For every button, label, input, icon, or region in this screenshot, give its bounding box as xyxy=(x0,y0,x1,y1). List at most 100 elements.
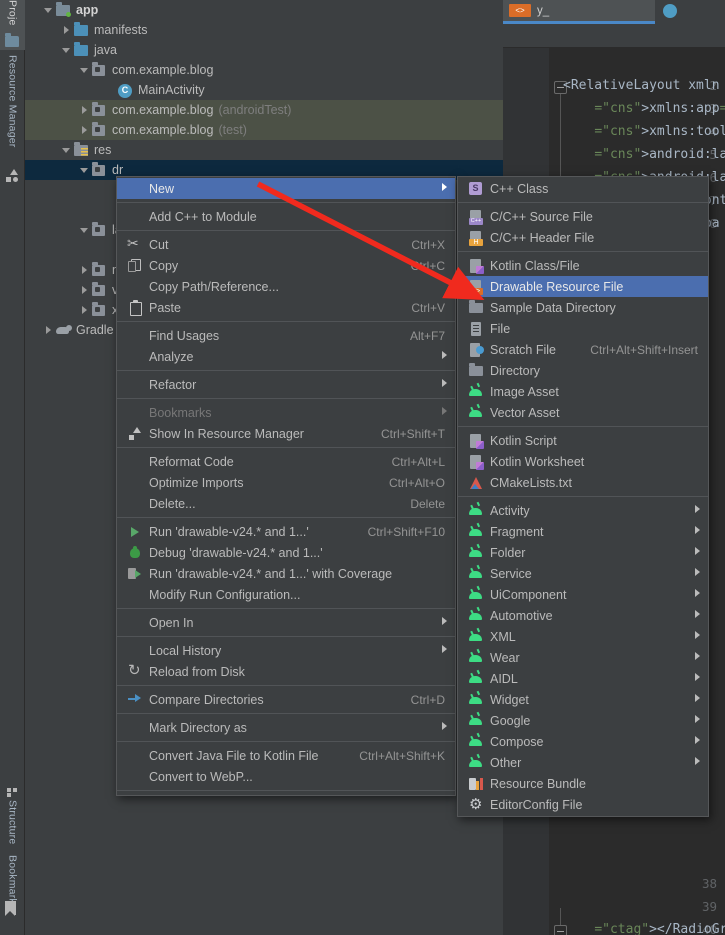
editor-tab-active[interactable]: y_ xyxy=(503,0,655,24)
new-submenu-item[interactable]: Google xyxy=(458,710,708,731)
kotlin-icon xyxy=(468,258,484,274)
context-menu-item[interactable]: Copy Ctrl+C xyxy=(117,255,455,276)
new-submenu-item[interactable]: File xyxy=(458,318,708,339)
new-submenu-item[interactable]: Widget xyxy=(458,689,708,710)
chevron-right-icon[interactable] xyxy=(43,325,54,336)
context-menu-item[interactable]: Find Usages Alt+F7 xyxy=(117,325,455,346)
new-submenu-item[interactable]: Automotive xyxy=(458,605,708,626)
android-icon xyxy=(468,566,484,582)
menu-icon-placeholder xyxy=(127,377,143,393)
tree-row[interactable]: app xyxy=(25,0,503,20)
context-menu-item[interactable]: Copy Path/Reference... xyxy=(117,276,455,297)
new-submenu[interactable]: C++ Class C/C++ Source File C/C++ Header F… xyxy=(457,176,709,817)
editor-tab-bar: y_ xyxy=(503,0,725,24)
new-submenu-item[interactable]: Kotlin Class/File xyxy=(458,255,708,276)
tree-row-label: res xyxy=(94,143,112,157)
new-submenu-item[interactable]: UiComponent xyxy=(458,584,708,605)
chevron-right-icon[interactable] xyxy=(79,105,90,116)
context-menu-item[interactable]: Show In Resource Manager Ctrl+Shift+T xyxy=(117,423,455,444)
chevron-down-icon[interactable] xyxy=(61,45,72,56)
context-menu-item[interactable]: Analyze xyxy=(117,346,455,367)
chevron-right-icon[interactable] xyxy=(61,25,72,36)
menu-separator xyxy=(117,685,455,686)
new-submenu-item[interactable]: Wear xyxy=(458,647,708,668)
context-menu-item[interactable]: Paste Ctrl+V xyxy=(117,297,455,318)
chevron-right-icon[interactable] xyxy=(79,125,90,136)
context-menu-item[interactable]: Run 'drawable-v24.* and 1...' Ctrl+Shift+… xyxy=(117,521,455,542)
new-submenu-label: Kotlin Worksheet xyxy=(490,454,585,469)
context-menu-label: Show In Resource Manager xyxy=(149,426,304,441)
tree-row[interactable]: MainActivity xyxy=(25,80,503,100)
context-menu-item[interactable]: Add C++ to Module xyxy=(117,206,455,227)
tree-row[interactable]: java xyxy=(25,40,503,60)
new-submenu-item[interactable]: Compose xyxy=(458,731,708,752)
menu-shortcut: Ctrl+V xyxy=(411,300,445,315)
new-submenu-item[interactable]: XML xyxy=(458,626,708,647)
new-submenu-item[interactable]: Drawable Resource File xyxy=(458,276,708,297)
new-submenu-item[interactable]: Resource Bundle xyxy=(458,773,708,794)
context-menu-item[interactable]: Debug 'drawable-v24.* and 1...' xyxy=(117,542,455,563)
context-menu-item[interactable]: Mark Directory as xyxy=(117,717,455,738)
context-menu-item[interactable]: Convert to WebP... xyxy=(117,766,455,787)
context-menu-item[interactable]: Local History xyxy=(117,640,455,661)
context-menu-item[interactable]: Delete... Delete xyxy=(117,493,455,514)
chevron-right-icon xyxy=(442,617,447,625)
new-submenu-item[interactable]: Vector Asset xyxy=(458,402,708,423)
new-submenu-label: Sample Data Directory xyxy=(490,300,616,315)
context-menu-label: Open In xyxy=(149,615,194,630)
tree-row[interactable]: com.example.blog (androidTest) xyxy=(25,100,503,120)
context-menu-item[interactable]: Compare Directories Ctrl+D xyxy=(117,689,455,710)
new-submenu-item[interactable]: Activity xyxy=(458,500,708,521)
new-submenu-item[interactable]: Image Asset xyxy=(458,381,708,402)
tree-row[interactable]: com.example.blog (test) xyxy=(25,120,503,140)
new-submenu-item[interactable]: C/C++ Source File xyxy=(458,206,708,227)
new-submenu-item[interactable]: Sample Data Directory xyxy=(458,297,708,318)
chevron-down-icon[interactable] xyxy=(43,5,54,16)
tree-row[interactable]: res xyxy=(25,140,503,160)
context-menu-item[interactable]: Convert Java File to Kotlin File Ctrl+Alt… xyxy=(117,745,455,766)
chevron-down-icon[interactable] xyxy=(61,145,72,156)
chevron-down-icon[interactable] xyxy=(79,65,90,76)
new-submenu-item[interactable]: Folder xyxy=(458,542,708,563)
chevron-right-icon[interactable] xyxy=(79,285,90,296)
chevron-down-icon[interactable] xyxy=(79,165,90,176)
chevron-right-icon xyxy=(442,183,447,191)
chevron-right-icon xyxy=(695,589,700,597)
new-submenu-label: Vector Asset xyxy=(490,405,560,420)
drawable-icon xyxy=(468,279,484,295)
new-submenu-item[interactable]: Other xyxy=(458,752,708,773)
new-submenu-item[interactable]: Directory xyxy=(458,360,708,381)
new-submenu-item[interactable]: C++ Class xyxy=(458,178,708,199)
new-submenu-item[interactable]: EditorConfig File xyxy=(458,794,708,815)
context-menu-item[interactable]: Cut Ctrl+X xyxy=(117,234,455,255)
tree-row-label: MainActivity xyxy=(138,83,205,97)
sidebar-item-bookmarks[interactable]: Bookmarks xyxy=(0,855,25,935)
new-submenu-item[interactable]: Kotlin Worksheet xyxy=(458,451,708,472)
context-menu[interactable]: NewAdd C++ to ModuleCutCtrl+XCopyCtrl+CC… xyxy=(116,176,456,796)
chevron-right-icon[interactable] xyxy=(79,305,90,316)
new-submenu-item[interactable]: Fragment xyxy=(458,521,708,542)
menu-icon-placeholder xyxy=(127,328,143,344)
tree-row[interactable]: com.example.blog xyxy=(25,60,503,80)
context-menu-item[interactable]: Modify Run Configuration... xyxy=(117,584,455,605)
new-submenu-item[interactable]: Service xyxy=(458,563,708,584)
tree-row[interactable]: manifests xyxy=(25,20,503,40)
new-submenu-item[interactable]: CMakeLists.txt xyxy=(458,472,708,493)
new-submenu-item[interactable]: AIDL xyxy=(458,668,708,689)
chevron-right-icon xyxy=(695,568,700,576)
chevron-right-icon[interactable] xyxy=(79,265,90,276)
context-menu-item[interactable]: Open In xyxy=(117,612,455,633)
context-menu-item[interactable]: Reload from Disk xyxy=(117,661,455,682)
context-menu-item[interactable]: Refactor xyxy=(117,374,455,395)
sidebar-item-resource-manager[interactable]: Resource Manager xyxy=(0,55,25,220)
context-menu-item[interactable]: Optimize Imports Ctrl+Alt+O xyxy=(117,472,455,493)
context-menu-item[interactable]: New xyxy=(117,178,455,199)
paste-icon xyxy=(127,299,143,316)
context-menu-item[interactable]: Run 'drawable-v24.* and 1...' with Cover… xyxy=(117,563,455,584)
new-submenu-label: Automotive xyxy=(490,608,553,623)
chevron-down-icon[interactable] xyxy=(79,225,90,236)
new-submenu-item[interactable]: Kotlin Script xyxy=(458,430,708,451)
new-submenu-item[interactable]: Scratch File Ctrl+Alt+Shift+Insert xyxy=(458,339,708,360)
context-menu-item[interactable]: Reformat Code Ctrl+Alt+L xyxy=(117,451,455,472)
new-submenu-item[interactable]: C/C++ Header File xyxy=(458,227,708,248)
